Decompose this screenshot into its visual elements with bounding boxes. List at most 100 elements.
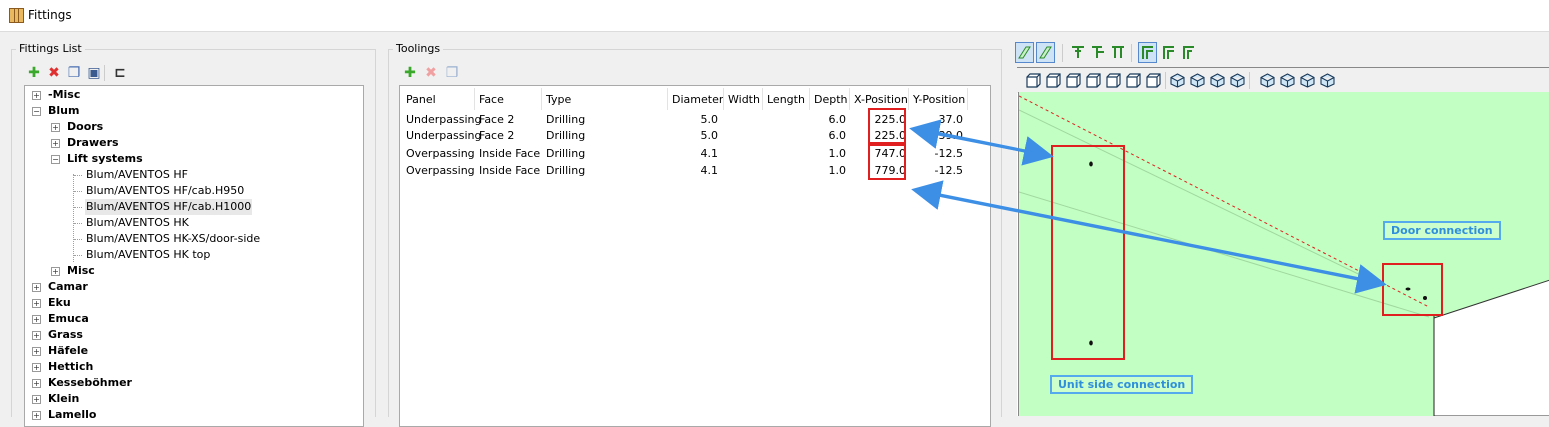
view-cube-icon[interactable] xyxy=(1300,73,1315,88)
expand-icon[interactable]: + xyxy=(32,347,41,356)
corner-profile-button[interactable] xyxy=(1138,42,1157,63)
collapse-icon[interactable]: − xyxy=(51,155,60,164)
add-tooling-button[interactable]: ✚ xyxy=(402,65,418,81)
tree-node[interactable]: -Misc xyxy=(47,87,81,103)
column-header[interactable]: Length xyxy=(767,93,805,106)
view-mode-button-2[interactable] xyxy=(1036,42,1055,63)
3d-canvas[interactable] xyxy=(1018,92,1549,416)
panel-edge-line xyxy=(1019,109,1380,285)
view-cube-icon[interactable] xyxy=(1146,73,1161,88)
tree-node[interactable]: Blum/AVENTOS HK top xyxy=(85,247,211,263)
table-cell: Drilling xyxy=(546,129,586,142)
tree-node[interactable]: Blum/AVENTOS HF/cab.H1000 xyxy=(85,199,253,215)
column-divider xyxy=(667,88,668,110)
view-cube-icon[interactable] xyxy=(1106,73,1121,88)
view-cube-icon[interactable] xyxy=(1046,73,1061,88)
expand-icon[interactable]: + xyxy=(32,299,41,308)
column-divider xyxy=(849,88,850,110)
view-cube-icon[interactable] xyxy=(1190,73,1205,88)
add-button[interactable]: ✚ xyxy=(26,65,42,81)
column-header[interactable]: Y-Position xyxy=(913,93,965,106)
column-divider xyxy=(762,88,763,110)
tree-node[interactable]: Häfele xyxy=(47,343,89,359)
delete-tooling-button[interactable]: ✖ xyxy=(423,65,439,81)
corner-profile-icon[interactable] xyxy=(1161,44,1177,60)
tree-node[interactable]: Blum/AVENTOS HF/cab.H950 xyxy=(85,183,245,199)
tree-node[interactable]: Blum/AVENTOS HK xyxy=(85,215,190,231)
table-cell: 5.0 xyxy=(700,113,719,126)
tree-node[interactable]: Emuca xyxy=(47,311,90,327)
expand-icon[interactable]: + xyxy=(51,123,60,132)
rename-button[interactable]: ▣ xyxy=(86,65,102,81)
expand-icon[interactable]: + xyxy=(32,331,41,340)
expand-icon[interactable]: + xyxy=(32,315,41,324)
profile-t-icon[interactable] xyxy=(1110,44,1126,60)
expand-icon[interactable]: + xyxy=(32,379,41,388)
view-mode-button-1[interactable] xyxy=(1015,42,1034,63)
delete-button[interactable]: ✖ xyxy=(46,65,62,81)
fittings-tree[interactable]: + -Misc − Blum + Doors + Drawers − Lift systems Bl… xyxy=(24,85,364,427)
profile-t-icon[interactable] xyxy=(1070,44,1086,60)
column-header[interactable]: Depth xyxy=(814,93,848,106)
tree-node[interactable]: Doors xyxy=(66,119,104,135)
profile-t-icon[interactable] xyxy=(1090,44,1106,60)
tree-node[interactable]: Camar xyxy=(47,279,89,295)
window-title: Fittings xyxy=(28,8,72,22)
expand-icon[interactable]: + xyxy=(51,267,60,276)
drill-hole xyxy=(1089,340,1093,346)
expand-icon[interactable]: + xyxy=(32,363,41,372)
column-header[interactable]: Type xyxy=(546,93,571,106)
drill-hole xyxy=(1089,161,1093,167)
table-cell: Drilling xyxy=(546,164,586,177)
view-cube-icon[interactable] xyxy=(1280,73,1295,88)
expand-icon[interactable]: + xyxy=(51,139,60,148)
tree-connector xyxy=(74,255,82,256)
surface-icon xyxy=(1039,46,1052,59)
tree-node[interactable]: Blum/AVENTOS HK-XS/door-side xyxy=(85,231,261,247)
view-cube-icon[interactable] xyxy=(1066,73,1081,88)
copy-tooling-button[interactable]: ❐ xyxy=(444,65,460,81)
copy-icon: ❐ xyxy=(445,65,459,81)
view-cube-icon[interactable] xyxy=(1086,73,1101,88)
red-dashed-guide xyxy=(1019,95,1430,308)
tree-node[interactable]: Hettich xyxy=(47,359,94,375)
view-cube-icon[interactable] xyxy=(1026,73,1041,88)
collapse-icon[interactable]: − xyxy=(32,107,41,116)
column-header[interactable]: Diameter xyxy=(672,93,723,106)
toolbar-separator xyxy=(1165,72,1166,89)
view-cube-icon[interactable] xyxy=(1320,73,1335,88)
title-bar: Fittings xyxy=(0,0,1549,31)
tree-node[interactable]: Misc xyxy=(66,263,96,279)
tree-node[interactable]: Kesseböhmer xyxy=(47,375,133,391)
tree-node[interactable]: Drawers xyxy=(66,135,120,151)
tree-node[interactable]: Blum/AVENTOS HF xyxy=(85,167,189,183)
tree-node[interactable]: Eku xyxy=(47,295,72,311)
view-orientation-toolbar xyxy=(1017,67,1549,93)
expand-icon[interactable]: + xyxy=(32,395,41,404)
surface-icon xyxy=(1018,46,1031,59)
copy-button[interactable]: ❐ xyxy=(66,65,82,81)
column-header[interactable]: Panel xyxy=(406,93,436,106)
view-cube-icon[interactable] xyxy=(1260,73,1275,88)
tree-node[interactable]: Grass xyxy=(47,327,84,343)
table-cell: 4.1 xyxy=(700,147,719,160)
view-cube-icon[interactable] xyxy=(1126,73,1141,88)
table-cell: -12.5 xyxy=(934,164,963,177)
expand-icon[interactable]: + xyxy=(32,91,41,100)
view-cube-icon[interactable] xyxy=(1170,73,1185,88)
column-header[interactable]: Face xyxy=(479,93,504,106)
tree-add-button[interactable]: ⊏ xyxy=(112,65,128,81)
expand-icon[interactable]: + xyxy=(32,283,41,292)
column-header[interactable]: Width xyxy=(728,93,760,106)
toolings-table[interactable]: Panel Face Type Diameter Width Length Depth X-P… xyxy=(399,85,991,427)
table-cell: Inside Face xyxy=(479,164,541,177)
tree-node[interactable]: Lift systems xyxy=(66,151,144,167)
view-cube-icon[interactable] xyxy=(1230,73,1245,88)
corner-profile-icon[interactable] xyxy=(1181,44,1197,60)
tree-node[interactable]: Blum xyxy=(47,103,80,119)
tree-node[interactable]: Lamello xyxy=(47,407,97,423)
view-cube-icon[interactable] xyxy=(1210,73,1225,88)
column-header[interactable]: X-Position xyxy=(854,93,908,106)
tree-connector xyxy=(74,207,82,208)
tree-node[interactable]: Klein xyxy=(47,391,80,407)
